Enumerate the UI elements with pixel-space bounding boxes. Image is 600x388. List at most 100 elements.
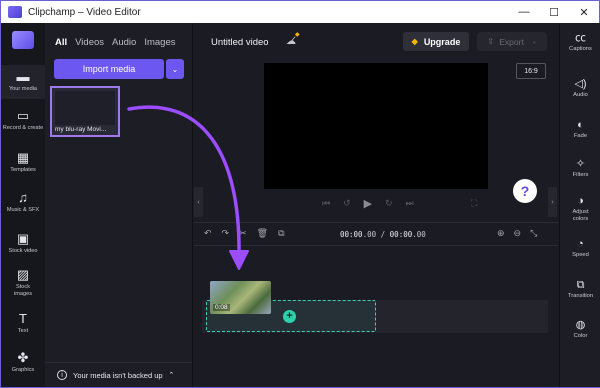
rail-item-label: Your media — [8, 86, 38, 92]
timeline-zoom-controls: ⊕ ⊖ ⤡ — [497, 228, 537, 239]
rail-item-label: Graphics — [11, 367, 35, 373]
rail-item-fade[interactable]: ◐ Fade — [560, 119, 600, 140]
zoom-in-icon[interactable]: ⊕ — [497, 228, 505, 239]
export-icon: ⇪ — [487, 36, 495, 46]
media-panel: All Videos Audio Images Import media ⌄ m… — [45, 23, 193, 387]
player-controls: ⏮ ↺ ▶ ↻ ⏭ — [322, 197, 414, 210]
aspect-ratio-button[interactable]: 16:9 — [516, 63, 546, 79]
filters-icon: ✧ — [575, 158, 586, 170]
graphics-icon: ✤ — [17, 350, 29, 365]
rail-item-music-sfx[interactable]: ♫ Music & SFX — [1, 191, 45, 214]
chevron-left-icon: ‹ — [197, 198, 200, 206]
preview-area: 16:9 ⏮ ↺ ▶ ↻ ⏭ ⛶ ? — [194, 61, 558, 221]
import-media-button[interactable]: Import media — [54, 59, 164, 79]
rail-item-label: Text — [17, 328, 29, 334]
redo-icon[interactable]: ↷ — [222, 228, 230, 239]
tab-videos[interactable]: Videos — [75, 37, 104, 48]
current-time: 00:00 — [340, 230, 363, 239]
duplicate-icon[interactable]: ⧉ — [278, 228, 284, 239]
forward-5s-icon[interactable]: ↻ — [385, 198, 393, 209]
rail-item-filters[interactable]: ✧ Filters — [560, 158, 600, 179]
editor-top-bar: Untitled video ☁̸ ◆ ◆ Upgrade ⇪ Export ⌄ — [194, 23, 558, 61]
fullscreen-icon[interactable]: ⛶ — [471, 198, 477, 209]
rail-item-stock-video[interactable]: ▣ Stock video — [1, 232, 45, 255]
split-icon[interactable]: ✂ — [239, 228, 247, 239]
info-icon: i — [57, 370, 67, 380]
zoom-out-icon[interactable]: ⊖ — [514, 228, 522, 239]
media-item-name: my blu-ray Movi... — [55, 126, 107, 133]
collapse-properties-button[interactable]: › — [548, 187, 557, 217]
skip-forward-icon[interactable]: ⏭ — [406, 198, 414, 209]
tab-all[interactable]: All — [55, 37, 67, 48]
skip-back-icon[interactable]: ⏮ — [322, 198, 330, 209]
rail-item-label: Music & SFX — [6, 207, 40, 213]
rail-item-label: Stock video — [8, 248, 38, 254]
premium-gem-icon: ◆ — [295, 32, 300, 38]
collapse-media-panel-button[interactable]: ‹ — [194, 187, 203, 217]
rail-item-text[interactable]: T Text — [1, 312, 45, 335]
rail-item-record-create[interactable]: ▭ Record & create — [1, 109, 45, 132]
rail-item-stock-images[interactable]: ▨ Stock images — [1, 268, 45, 297]
left-navigation-rail: ▬ Your media ▭ Record & create ▦ Templat… — [1, 23, 45, 387]
minimize-button[interactable]: — — [509, 1, 539, 23]
rail-item-label: Transition — [567, 293, 594, 299]
cloud-off-icon[interactable]: ☁̸ ◆ — [286, 32, 300, 47]
tab-audio[interactable]: Audio — [112, 37, 136, 48]
help-button[interactable]: ? — [513, 179, 537, 203]
timeline-toolbar: ↶ ↷ ✂ 🗑 ⧉ 00:00.00 / 00:00.00 ⊕ ⊖ ⤡ — [194, 222, 558, 246]
close-button[interactable]: ✕ — [569, 1, 599, 23]
chevron-up-icon: ⌃ — [168, 372, 175, 379]
rail-item-audio[interactable]: ◁) Audio — [560, 78, 600, 99]
speed-icon: ◔ — [577, 238, 584, 250]
upgrade-button[interactable]: ◆ Upgrade — [403, 32, 469, 51]
rail-item-label: Filters — [572, 172, 589, 178]
templates-icon: ▦ — [16, 150, 30, 165]
rail-item-color[interactable]: ◍ Color — [560, 319, 600, 340]
add-icon[interactable]: + — [283, 310, 296, 323]
undo-icon[interactable]: ↶ — [204, 228, 212, 239]
export-label: Export — [499, 36, 524, 47]
backup-status-bar[interactable]: i Your media isn't backed up ⌃ — [45, 362, 192, 387]
dragged-clip-thumbnail[interactable]: 0:08 — [210, 281, 271, 314]
delete-icon[interactable]: 🗑 — [257, 228, 268, 239]
transition-icon: ⧉ — [576, 279, 585, 291]
project-title[interactable]: Untitled video — [211, 37, 269, 48]
title-bar: Clipchamp – Video Editor — ☐ ✕ — [1, 1, 599, 23]
rail-item-label: Record & create — [2, 125, 44, 131]
play-icon[interactable]: ▶ — [364, 197, 372, 210]
video-preview-canvas[interactable] — [264, 63, 488, 189]
rail-item-speed[interactable]: ◔ Speed — [560, 238, 600, 259]
maximize-button[interactable]: ☐ — [539, 1, 569, 23]
timeline-tools: ↶ ↷ ✂ 🗑 ⧉ — [204, 228, 285, 239]
rail-item-graphics[interactable]: ✤ Graphics — [1, 351, 45, 374]
import-options-dropdown[interactable]: ⌄ — [166, 59, 184, 79]
captions-icon: ㏄ — [575, 32, 586, 44]
upgrade-label: Upgrade — [423, 36, 461, 47]
rail-item-transition[interactable]: ⧉ Transition — [560, 279, 600, 300]
rewind-5s-icon[interactable]: ↺ — [343, 198, 351, 209]
camera-icon: ▭ — [16, 108, 30, 123]
stock-images-icon: ▨ — [16, 267, 30, 282]
tab-images[interactable]: Images — [144, 37, 175, 48]
rail-item-adjust-colors[interactable]: ◑ Adjust colors — [560, 195, 600, 222]
timeline-body: + 0:08 — [194, 247, 558, 387]
rail-item-label: Adjust colors — [572, 209, 589, 222]
properties-rail: ㏄ Captions ◁) Audio ◐ Fade ✧ Filters ◑ A… — [559, 23, 600, 387]
rail-item-label: Audio — [573, 92, 588, 98]
rail-item-label: Templates — [10, 167, 36, 173]
rail-item-captions[interactable]: ㏄ Captions — [560, 32, 600, 53]
app-window: Clipchamp – Video Editor — ☐ ✕ ▬ Your me… — [0, 0, 600, 388]
rail-item-label: Fade — [573, 133, 588, 139]
text-icon: T — [19, 311, 27, 326]
rail-item-your-media[interactable]: ▬ Your media — [1, 65, 45, 99]
media-thumbnail — [55, 91, 115, 125]
media-item[interactable]: my blu-ray Movi... — [50, 86, 120, 137]
backup-status-text: Your media isn't backed up — [73, 370, 163, 380]
export-button[interactable]: ⇪ Export ⌄ — [477, 32, 547, 51]
rail-item-templates[interactable]: ▦ Templates — [1, 151, 45, 174]
premium-gem-icon: ◆ — [411, 37, 418, 46]
clipchamp-logo-icon — [8, 6, 22, 18]
audio-icon: ◁) — [574, 78, 587, 90]
fit-timeline-icon[interactable]: ⤡ — [530, 228, 537, 239]
current-time-fraction: .00 — [362, 230, 377, 239]
